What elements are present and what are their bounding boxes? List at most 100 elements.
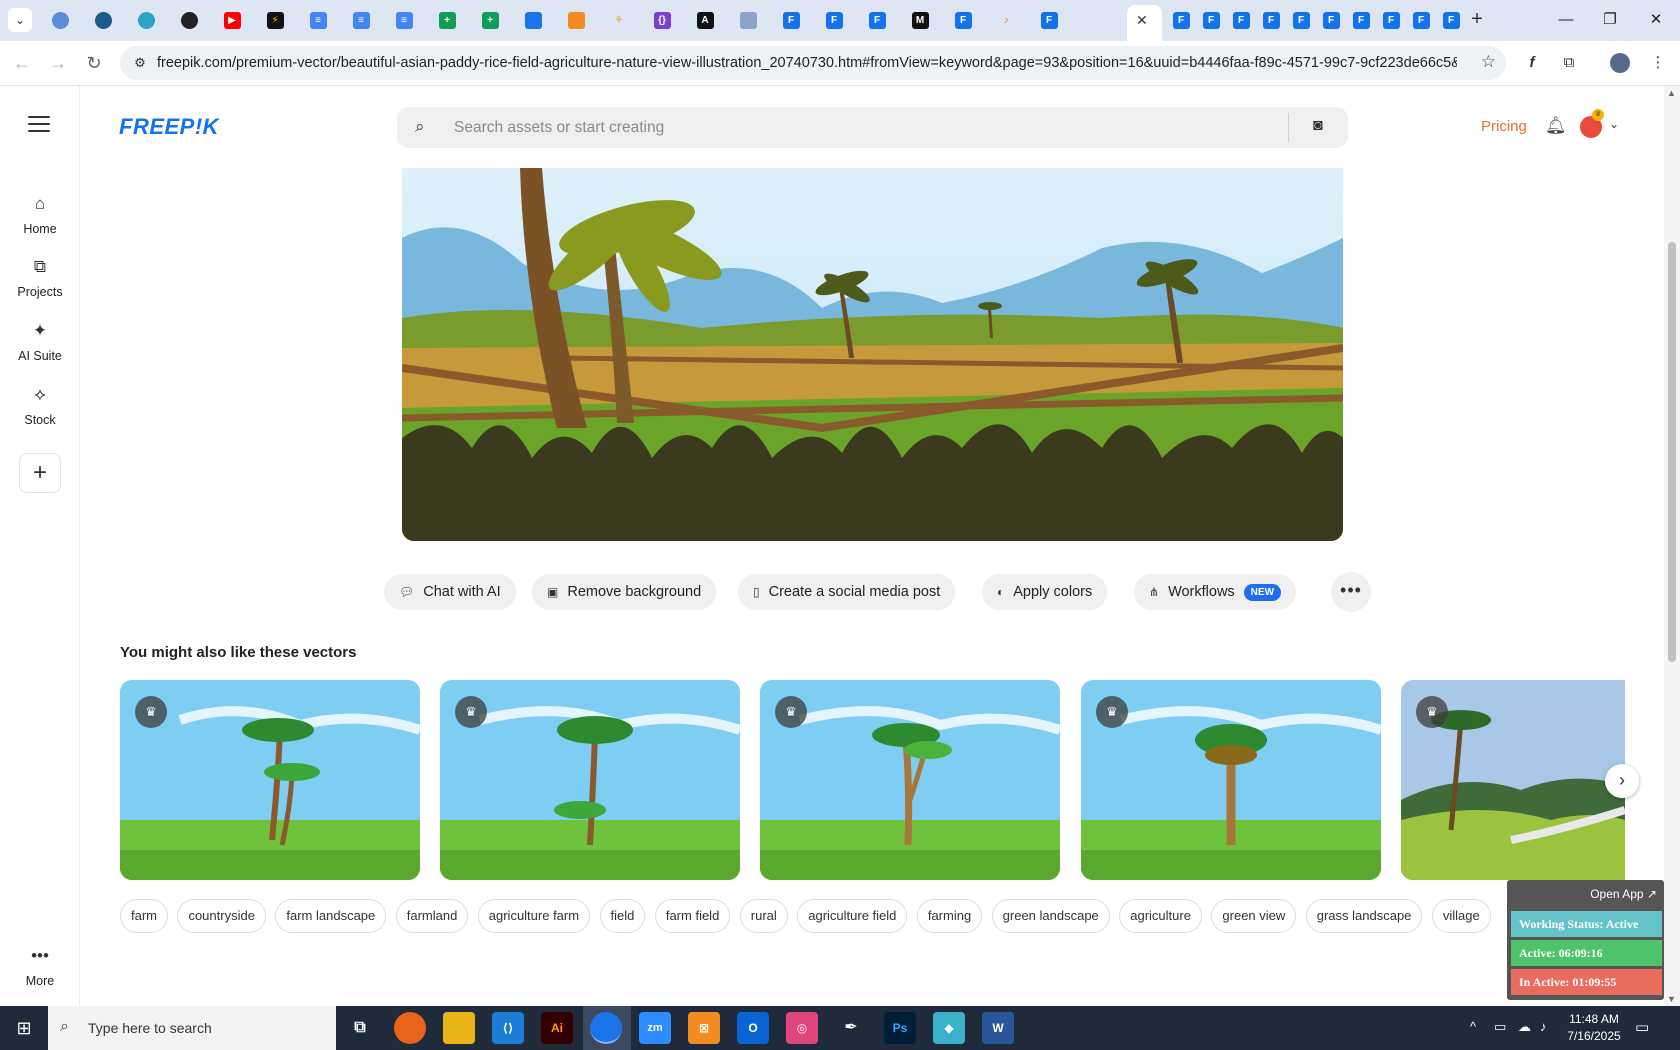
tab[interactable]: A <box>691 7 719 33</box>
tab[interactable]: ≡ <box>347 7 375 33</box>
url-text[interactable]: freepik.com/premium-vector/beautiful-asi… <box>157 55 1457 71</box>
tab[interactable] <box>734 7 762 33</box>
forward-icon[interactable]: → <box>45 50 71 76</box>
address-bar[interactable]: ⚙ freepik.com/premium-vector/beautiful-a… <box>120 46 1506 80</box>
tab[interactable]: F <box>1347 7 1375 33</box>
bell-icon[interactable]: 🔔︎ <box>1545 116 1567 136</box>
tag-chip[interactable]: village <box>1431 899 1491 933</box>
tab[interactable]: F <box>1287 7 1315 33</box>
chat-with-ai-button[interactable]: 💬︎ Chat with AI <box>384 574 516 610</box>
page-scrollbar[interactable]: ▲ ▼ <box>1664 86 1680 1006</box>
tab[interactable]: F <box>1377 7 1405 33</box>
tab[interactable]: {} <box>648 7 676 33</box>
tray-chevron-icon[interactable]: ^ <box>1470 1019 1476 1034</box>
pen-tool-icon[interactable]: ✒ <box>835 1012 867 1044</box>
vscode-icon[interactable]: ⟨⟩ <box>492 1012 524 1044</box>
task-view-icon[interactable]: ⧉ <box>344 1012 376 1044</box>
extensions-puzzle-icon[interactable]: ⧉ <box>1556 50 1582 76</box>
pricing-link[interactable]: Pricing <box>1481 118 1527 135</box>
tag-chip[interactable]: agriculture <box>1119 899 1202 933</box>
tab[interactable]: ▶ <box>218 7 246 33</box>
tab[interactable]: F <box>949 7 977 33</box>
tab[interactable]: ≡ <box>304 7 332 33</box>
tab[interactable] <box>562 7 590 33</box>
tab[interactable]: F <box>820 7 848 33</box>
search-input[interactable]: Search assets or start creating <box>454 119 664 137</box>
open-app-link[interactable]: Open App ↗ <box>1515 887 1657 901</box>
restore-icon[interactable]: ❐ <box>1590 8 1630 32</box>
outlook-icon[interactable]: O <box>737 1012 769 1044</box>
tab[interactable]: F <box>1407 7 1435 33</box>
apply-colors-button[interactable]: ◐ Apply colors <box>982 574 1108 610</box>
taskbar-search-input[interactable]: Type here to search <box>88 1020 212 1036</box>
tag-chip[interactable]: farm field <box>654 899 731 933</box>
windows-start-icon[interactable]: ⊞ <box>0 1006 48 1050</box>
more-actions-button[interactable]: ••• <box>1331 572 1371 612</box>
related-thumbnail[interactable]: ♛ <box>120 680 420 880</box>
hamburger-menu-icon[interactable] <box>28 116 50 132</box>
notification-icon[interactable]: ▭ <box>1635 1018 1649 1036</box>
related-thumbnail[interactable]: ♛ <box>1081 680 1381 880</box>
tab[interactable]: F <box>1197 7 1225 33</box>
scroll-up-icon[interactable]: ▲ <box>1667 88 1676 98</box>
tag-chip[interactable]: agriculture farm <box>477 899 591 933</box>
sidebar-item-stock[interactable]: ⟡ Stock <box>0 385 80 427</box>
add-button[interactable]: + <box>19 453 61 493</box>
sidebar-item-home[interactable]: ⌂ Home <box>0 194 80 236</box>
tab[interactable]: ≡ <box>390 7 418 33</box>
tab[interactable] <box>519 7 547 33</box>
back-icon[interactable]: ← <box>9 50 35 76</box>
extension-icon[interactable]: f <box>1519 50 1545 76</box>
minimize-icon[interactable]: — <box>1546 8 1586 32</box>
site-info-icon[interactable]: ⚙ <box>130 53 150 73</box>
tag-chip[interactable]: field <box>599 899 646 933</box>
social-media-post-button[interactable]: ▯ Create a social media post <box>738 574 956 610</box>
file-explorer-icon[interactable] <box>443 1012 475 1044</box>
illustrator-icon[interactable]: Ai <box>541 1012 573 1044</box>
new-tab-button[interactable]: + <box>1465 8 1489 32</box>
tab[interactable] <box>132 7 160 33</box>
taskbar-clock[interactable]: 11:48 AM 7/16/2025 <box>1560 1011 1628 1045</box>
tab[interactable]: ⚡ <box>261 7 289 33</box>
tag-chip[interactable]: farmland <box>395 899 469 933</box>
tab[interactable]: + <box>433 7 461 33</box>
tab[interactable] <box>46 7 74 33</box>
tag-chip[interactable]: grass landscape <box>1305 899 1423 933</box>
chrome-icon[interactable] <box>590 1012 622 1044</box>
tab[interactable]: ⚘ <box>605 7 633 33</box>
related-thumbnail[interactable]: ♛ <box>760 680 1060 880</box>
close-tab-icon[interactable]: ✕ <box>1136 12 1148 29</box>
tag-chip[interactable]: green view <box>1211 899 1297 933</box>
tab[interactable]: + <box>476 7 504 33</box>
word-icon[interactable]: W <box>982 1012 1014 1044</box>
tab[interactable]: F <box>1227 7 1255 33</box>
sidebar-item-projects[interactable]: ⧉ Projects <box>0 257 80 299</box>
related-thumbnail[interactable]: ♛ <box>1401 680 1625 880</box>
tab[interactable]: F <box>1257 7 1285 33</box>
network-icon[interactable]: ▭ <box>1494 1019 1506 1035</box>
tag-chip[interactable]: farming <box>916 899 983 933</box>
creative-cloud-icon[interactable]: ◎ <box>786 1012 818 1044</box>
tab[interactable]: ♪ <box>992 7 1020 33</box>
freepik-logo[interactable]: FREEP!K <box>119 114 219 140</box>
tab[interactable]: F <box>1167 7 1195 33</box>
tab[interactable]: F <box>863 7 891 33</box>
related-thumbnail[interactable]: ♛ <box>440 680 740 880</box>
main-illustration[interactable] <box>402 168 1343 541</box>
tag-chip[interactable]: farm <box>120 899 168 933</box>
tab-active[interactable]: ✕ <box>1127 5 1162 41</box>
reload-icon[interactable]: ↻ <box>81 50 107 76</box>
tab[interactable]: F <box>1317 7 1345 33</box>
remove-background-button[interactable]: ▣ Remove background <box>532 574 717 610</box>
tab[interactable] <box>175 7 203 33</box>
camera-icon[interactable]: ◙ <box>1313 117 1323 135</box>
tab[interactable]: F <box>777 7 805 33</box>
tag-chip[interactable]: green landscape <box>991 899 1110 933</box>
workflows-button[interactable]: ⋔ Workflows NEW <box>1134 574 1297 610</box>
tab-search-button[interactable]: ⌄ <box>8 8 32 32</box>
tab[interactable] <box>89 7 117 33</box>
tag-chip[interactable]: agriculture field <box>797 899 908 933</box>
tag-chip[interactable]: farm landscape <box>275 899 387 933</box>
close-window-icon[interactable]: ✕ <box>1636 8 1676 32</box>
app-icon[interactable]: ⊠ <box>688 1012 720 1044</box>
